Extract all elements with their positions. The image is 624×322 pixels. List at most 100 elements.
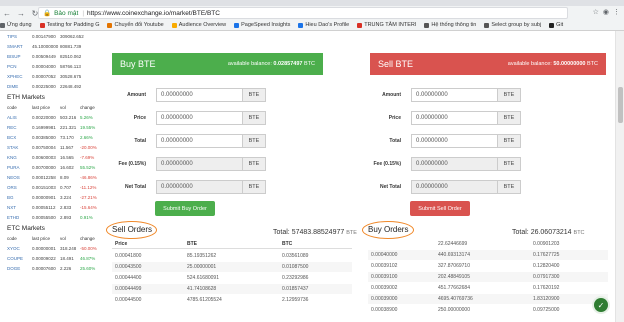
market-code[interactable]: SMART <box>7 44 32 49</box>
order-row[interactable]: 0.00038900 250.00000000 0.09725000 <box>368 305 608 315</box>
scrollbar-thumb[interactable] <box>618 87 623 123</box>
market-row[interactable]: SMART 45.10000000 80881.739 <box>0 41 97 51</box>
order-row[interactable]: 22.62446699 0.00901203 <box>368 239 608 249</box>
order-amount: 25.00000001 <box>187 264 217 270</box>
market-row[interactable]: DOGE 0.00007600 2.226 25.60% <box>0 263 97 273</box>
order-row[interactable]: 0.00039100 202.48849105 0.07917300 <box>368 272 608 282</box>
market-row[interactable]: BCX 0.00385000 73.170 2.66% <box>0 132 97 142</box>
bookmark-item[interactable]: Ứng dụng <box>0 22 32 28</box>
order-row[interactable]: 0.00039102 327.87069710 0.12820400 <box>368 261 608 271</box>
market-row[interactable]: ORS 0.00151003 0.707 -11.12% <box>0 182 97 192</box>
market-price: 0.00009022 <box>32 255 56 261</box>
market-code[interactable]: COUPE <box>7 256 32 261</box>
market-code[interactable]: PCN <box>7 64 32 69</box>
order-row[interactable]: 0.00039000 4695.40769736 1.83120900 <box>368 294 608 304</box>
market-code[interactable]: ETHD <box>7 215 32 220</box>
market-code[interactable]: PURA <box>7 165 32 170</box>
buy-balance-value: 0.02857497 <box>273 61 303 67</box>
market-row[interactable]: NXT 0.00055112 2.833 -15.64% <box>0 202 97 212</box>
menu-icon[interactable]: ⋮ <box>613 8 620 16</box>
order-total: 2.12959736 <box>282 297 309 303</box>
order-price: 0.00043500 <box>115 264 142 270</box>
bookmark-item[interactable]: Chuyển đổi Youtube <box>107 22 164 28</box>
market-row[interactable]: DIME 0.00225000 22648.492 <box>0 81 97 91</box>
market-row[interactable]: NEOS 0.00012258 8.09 -46.86% <box>0 172 97 182</box>
market-row[interactable]: BISUP 0.00509449 82510.062 <box>0 51 97 61</box>
market-change: 2.66% <box>80 134 93 140</box>
market-code[interactable]: BCX <box>7 135 32 140</box>
bookmark-item[interactable]: Audience Overview <box>171 22 226 28</box>
field-input[interactable]: 0.00000000 <box>156 134 243 148</box>
order-row[interactable]: 0.00041800 85.19351262 0.03561089 <box>112 251 352 261</box>
star-icon[interactable]: ☆ <box>593 8 599 16</box>
market-code[interactable]: XYOC <box>7 246 32 251</box>
field-input[interactable]: 0.00000000 <box>156 88 243 102</box>
market-code[interactable]: DOGE <box>7 266 32 271</box>
bookmark-item[interactable]: PageSpeed Insights <box>234 22 290 28</box>
bookmark-item[interactable]: Hieu Dao's Profile <box>298 22 349 28</box>
bookmark-item[interactable]: Hệ thống thông tin <box>424 22 476 28</box>
market-code[interactable]: ALIS <box>7 115 32 120</box>
market-row[interactable]: TIPS 0.00147900 309062.652 <box>0 31 97 41</box>
order-row[interactable]: 0.00044500 4785.61205524 2.12959736 <box>112 295 352 305</box>
field-unit: BTE <box>498 180 521 194</box>
market-price: 0.00007600 <box>32 265 56 271</box>
market-code[interactable]: STAK <box>7 145 32 150</box>
order-row[interactable]: 0.00043500 25.00000001 0.01087500 <box>112 262 352 272</box>
market-code[interactable]: NEOS <box>7 175 32 180</box>
submit-sell-order-button[interactable]: Submit Sell Order <box>410 201 470 216</box>
market-code[interactable]: DIME <box>7 84 32 89</box>
market-code[interactable]: NXT <box>7 205 32 210</box>
market-code[interactable]: REC <box>7 125 32 130</box>
field-input[interactable]: 0.00000000 <box>411 134 498 148</box>
market-row[interactable]: XYOC 0.00000001 318.248 -50.00% <box>0 243 97 253</box>
market-row[interactable]: ETHD 0.00055500 2.893 0.91% <box>0 212 97 222</box>
order-row[interactable]: 0.00039002 451.77662684 0.17620192 <box>368 283 608 293</box>
buy-balance-unit: BTC <box>304 61 315 67</box>
bookmark-item[interactable]: TRUNG TÂM INTERI <box>357 22 416 28</box>
market-row[interactable]: XPHEC 0.00007052 30528.675 <box>0 71 97 81</box>
market-code[interactable]: KNG <box>7 155 32 160</box>
col-last-price: last price <box>32 236 51 241</box>
back-icon[interactable]: ← <box>0 9 14 18</box>
field-input[interactable]: 0.00000000 <box>156 111 243 125</box>
markets-sidebar: TIPS 0.00147900 309062.652 SMART 45.10000000… <box>0 31 97 322</box>
chat-bubble-icon[interactable]: ✓ <box>594 298 608 312</box>
field-input[interactable]: 0.00000000 <box>411 88 498 102</box>
market-code[interactable]: BG <box>7 195 32 200</box>
url-text[interactable]: https://www.coinexchange.io/market/BTE/B… <box>87 10 220 17</box>
extension-icon[interactable]: ◉ <box>603 8 609 16</box>
market-row[interactable]: KNG 0.00600003 16.565 -7.69% <box>0 152 97 162</box>
order-amount: 451.77662684 <box>438 285 470 291</box>
buy-orders-total: Total: 26.06073214 BTC <box>512 229 585 236</box>
market-row[interactable]: ALIS 0.00220000 503.216 5.26% <box>0 112 97 122</box>
market-row[interactable]: REC 0.16999981 221.321 19.55% <box>0 122 97 132</box>
bookmark-item[interactable]: Select group by subj <box>484 22 541 28</box>
order-row[interactable]: 0.00040000 440.69313174 0.17627725 <box>368 250 608 260</box>
market-code[interactable]: BISUP <box>7 54 32 59</box>
col-code: code <box>7 236 17 241</box>
market-row[interactable]: COUPE 0.00009022 18.491 46.87% <box>0 253 97 263</box>
sell-total-unit: BTE <box>346 230 357 236</box>
order-row[interactable]: 0.00044400 524.61680091 0.23292986 <box>112 273 352 283</box>
address-bar[interactable]: 🔒 Bảo mật | https://www.coinexchange.io/… <box>38 7 568 19</box>
order-total: 0.17627725 <box>533 252 560 258</box>
bookmark-item[interactable]: Git <box>549 22 563 28</box>
order-amount: 202.48849105 <box>438 274 470 280</box>
page-scrollbar[interactable] <box>615 31 624 322</box>
submit-buy-order-button[interactable]: Submit Buy Order <box>155 201 215 216</box>
market-row[interactable]: PURA 0.00700000 16.602 55.52% <box>0 162 97 172</box>
order-row[interactable]: 0.00044499 41.74108628 0.01857437 <box>112 284 352 294</box>
market-row[interactable]: BG 0.00000901 3.224 -27.21% <box>0 192 97 202</box>
market-code[interactable]: TIPS <box>7 34 32 39</box>
market-code[interactable]: XPHEC <box>7 74 32 79</box>
market-code[interactable]: ORS <box>7 185 32 190</box>
market-price: 0.00055112 <box>32 204 56 210</box>
market-row[interactable]: PCN 0.00004000 58766.113 <box>0 61 97 71</box>
bookmark-item[interactable]: Testing for Padding G <box>39 22 99 28</box>
field-input[interactable]: 0.00000000 <box>411 111 498 125</box>
field-unit: BTE <box>498 134 521 148</box>
market-vol: 58766.113 <box>60 63 81 69</box>
market-row[interactable]: STAK 0.00750004 11.567 -20.00% <box>0 142 97 152</box>
forward-icon[interactable]: → <box>14 9 28 18</box>
